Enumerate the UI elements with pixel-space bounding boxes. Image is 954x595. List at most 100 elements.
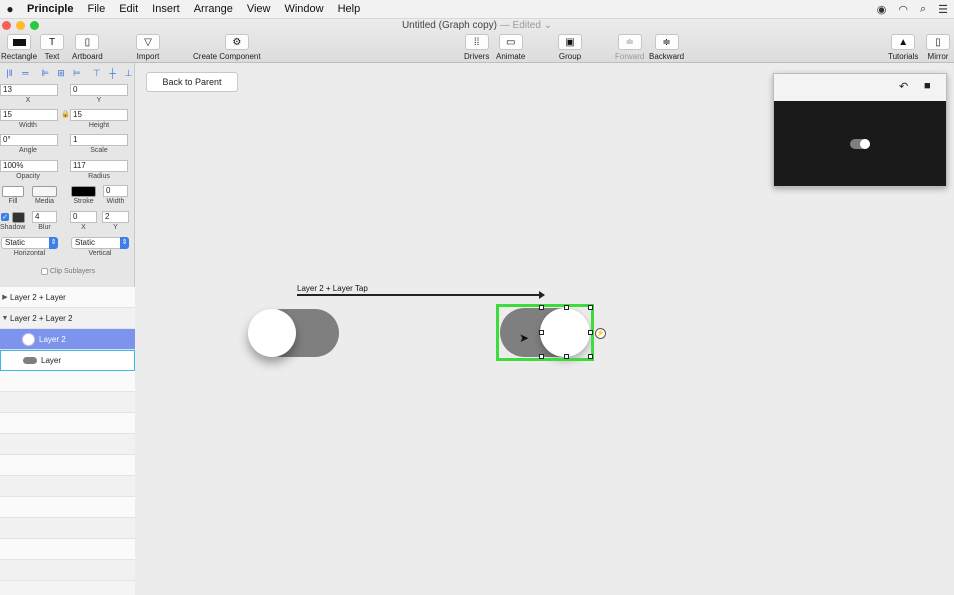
stroke-swatch[interactable] [71,186,96,197]
menu-help[interactable]: Help [331,3,368,15]
menu-file[interactable]: File [80,3,112,15]
backward-button[interactable]: ≑ Backward [649,34,684,61]
distribute-vertical-icon[interactable]: ═ [19,68,32,78]
menu-bar: ● Principle File Edit Insert Arrange Vie… [0,0,954,19]
horizontal-select[interactable]: Static ⇕ [1,237,58,249]
shadow-x-label: X [81,224,86,231]
resize-handle[interactable] [588,354,593,359]
menu-view[interactable]: View [240,3,278,15]
resize-handle[interactable] [588,330,593,335]
shadow-y-field[interactable]: 2 [102,211,129,223]
resize-handle[interactable] [539,330,544,335]
select-arrows-icon: ⇕ [120,237,129,249]
menu-edit[interactable]: Edit [112,3,145,15]
preview-toggle[interactable] [850,139,870,149]
artboard-button[interactable]: ▯ Artboard [72,34,103,61]
group-button[interactable]: ▣ Group [558,34,582,61]
edited-indicator[interactable]: — Edited ⌄ [500,20,552,31]
height-field[interactable]: 15 [70,109,128,121]
apple-icon[interactable]: ● [0,2,20,16]
toggle-knob[interactable] [248,309,296,357]
forward-label: Forward [615,52,645,61]
layer-row[interactable]: ▼ Layer 2 + Layer 2 [0,308,135,329]
blur-field[interactable]: 4 [32,211,57,223]
shadow-x-field[interactable]: 0 [70,211,97,223]
list-menu-icon[interactable]: ☰ [938,3,948,16]
canvas[interactable]: Back to Parent Layer 2 + Layer Tap ⚡ ➤ ↶… [135,63,954,595]
forward-button[interactable]: ≐ Forward [615,34,644,61]
media-swatch[interactable] [32,186,57,197]
disclosure-down-icon[interactable]: ▼ [0,315,10,322]
preview-window[interactable]: ↶ ■ [773,73,947,187]
menu-app-name[interactable]: Principle [20,3,80,15]
record-icon[interactable]: ■ [924,80,931,92]
interaction-arrow[interactable] [297,291,545,299]
horizontal-label: Horizontal [13,250,46,257]
resize-handle[interactable] [539,354,544,359]
artboard-toggle-off[interactable] [248,309,339,357]
interaction-label[interactable]: Layer 2 + Layer Tap [297,284,368,293]
y-field[interactable]: 0 [70,84,128,96]
stroke-width-label: Width [106,198,125,205]
shadow-checkbox[interactable]: ✓ [1,213,9,221]
align-left-icon[interactable]: ⊫ [39,68,52,79]
lock-icon[interactable]: 🔒 [61,110,70,118]
tutorials-button[interactable]: ▲ Tutorials [888,34,918,61]
empty-row [0,539,135,560]
create-component-button[interactable]: ⚙ Create Component [193,34,261,61]
align-center-h-icon[interactable]: ⊞ [55,68,68,79]
radius-field[interactable]: 117 [70,160,128,172]
menu-window[interactable]: Window [277,3,330,15]
opacity-label: Opacity [16,173,40,180]
vertical-select[interactable]: Static ⇕ [71,237,129,249]
search-icon[interactable]: ⌕ [920,3,926,16]
animate-button[interactable]: ▭ Animate [496,34,525,61]
layer-row-hover[interactable]: Layer [0,350,135,371]
stroke-width-field[interactable]: 0 [103,185,128,197]
layer-row[interactable]: ▶ Layer 2 + Layer [0,287,135,308]
fill-swatch[interactable] [2,186,24,197]
undo-icon[interactable]: ↶ [899,80,908,93]
empty-row [0,455,135,476]
x-field[interactable]: 13 [0,84,58,96]
layer-label: Layer 2 + Layer 2 [10,313,73,323]
clip-sublayers-label: Clip Sublayers [50,268,96,275]
align-top-icon[interactable]: ⊤ [90,68,103,79]
layer-row-selected[interactable]: Layer 2 [0,329,135,350]
preview-toggle-knob[interactable] [860,139,870,149]
shadow-label: Shadow [0,224,26,231]
resize-handle[interactable] [564,354,569,359]
import-button[interactable]: ▽ Import [136,34,160,61]
rectangle-button[interactable]: Rectangle [1,34,37,61]
mirror-button[interactable]: ▯ Mirror [926,34,950,61]
menu-insert[interactable]: Insert [145,3,187,15]
angle-field[interactable]: 0° [0,134,58,146]
phone-icon: ▯ [926,34,950,50]
disclosure-right-icon[interactable]: ▶ [0,293,10,301]
text-button[interactable]: T Text [40,34,64,61]
window-title: Untitled (Graph copy) — Edited ⌄ [0,20,954,31]
back-to-parent-button[interactable]: Back to Parent [146,72,238,92]
align-center-v-icon[interactable]: ┼ [106,68,119,78]
menu-arrange[interactable]: Arrange [187,3,240,15]
resize-handle[interactable] [564,305,569,310]
empty-row [0,476,135,497]
opacity-field[interactable]: 100% [0,160,58,172]
shadow-color-swatch[interactable] [12,212,25,223]
clip-sublayers-checkbox[interactable] [41,268,48,275]
resize-handle[interactable] [539,305,544,310]
mortarboard-icon: ▲ [891,34,916,50]
drivers-button[interactable]: ⁞⁞ Drivers [464,34,489,61]
width-field[interactable]: 15 [0,109,58,121]
pointer-cursor-icon: ➤ [519,331,530,345]
align-right-icon[interactable]: ⊨ [71,68,84,79]
resize-handle[interactable] [588,305,593,310]
x-label: X [25,97,31,104]
distribute-horizontal-icon[interactable]: |‖ [3,68,16,78]
wifi-icon[interactable]: ◠ [898,3,908,16]
scale-field[interactable]: 1 [70,134,128,146]
lightning-icon[interactable]: ⚡ [595,328,606,339]
align-bottom-icon[interactable]: ⊥ [122,68,135,79]
vertical-label: Vertical [88,250,112,257]
record-status-icon[interactable]: ◉ [877,3,887,16]
